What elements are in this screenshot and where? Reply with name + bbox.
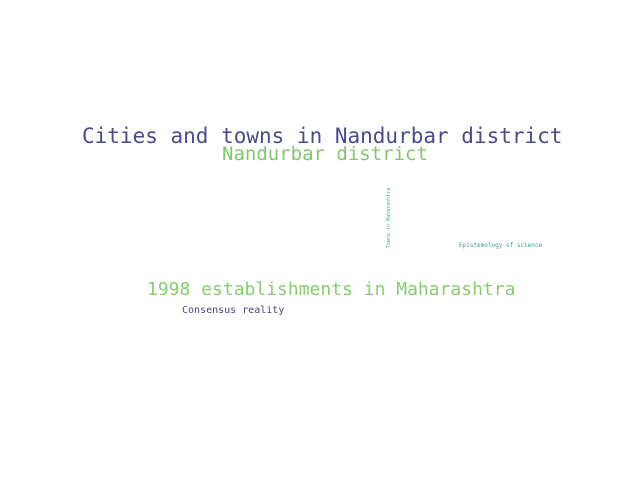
- word-1998-establishments-in-maharashtra: 1998 establishments in Maharashtra: [147, 279, 516, 300]
- word-cloud-canvas: Cities and towns in Nandurbar district N…: [0, 0, 640, 480]
- word-towns-in-maharashtra: Towns in Maharashtra: [386, 187, 392, 248]
- word-nandurbar-district: Nandurbar district: [222, 143, 428, 165]
- word-consensus-reality: Consensus reality: [182, 305, 285, 316]
- word-epistemology-of-science: Epistemology of science: [459, 242, 543, 249]
